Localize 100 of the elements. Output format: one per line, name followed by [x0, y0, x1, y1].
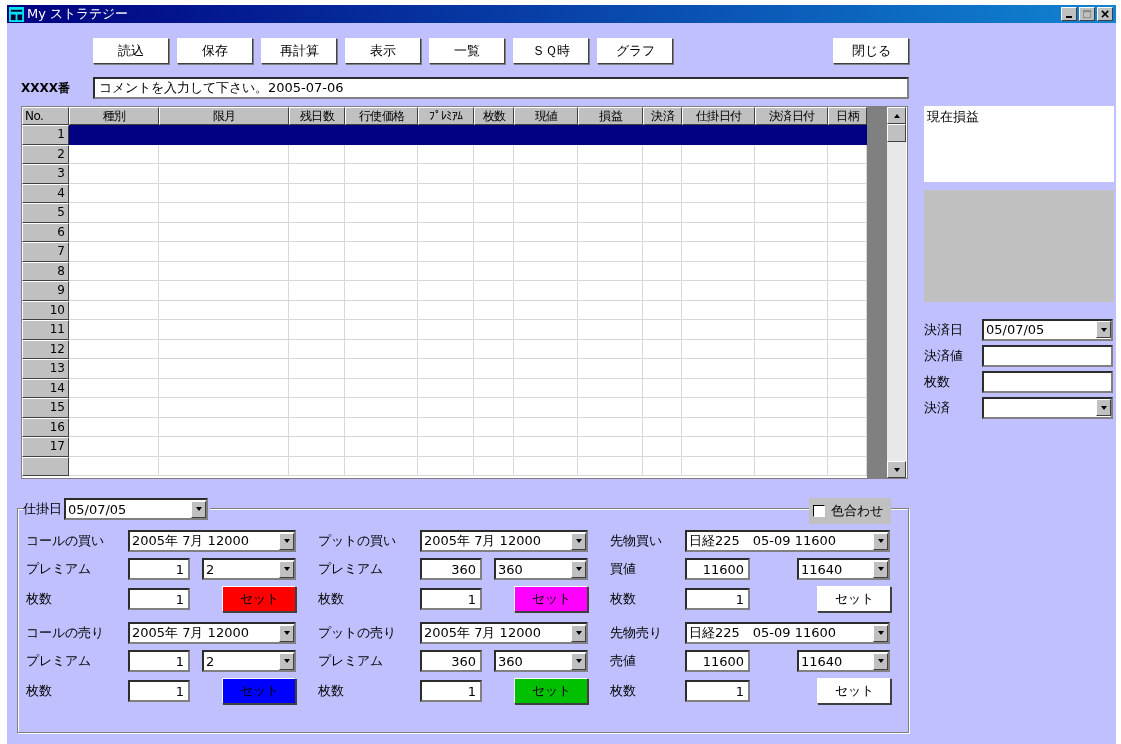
row-number[interactable]: 3: [22, 164, 69, 184]
row-number[interactable]: 10: [22, 300, 69, 320]
set-button[interactable]: セット: [514, 586, 588, 612]
close-button[interactable]: [1097, 7, 1113, 21]
caret-icon: [279, 560, 294, 578]
toolbar-button[interactable]: 一覧: [429, 38, 505, 64]
settle-dropdown[interactable]: [982, 396, 1113, 419]
row-number[interactable]: 17: [22, 437, 69, 457]
entry-date-dropdown[interactable]: 05/07/05: [64, 498, 208, 520]
row-number[interactable]: 11: [22, 320, 69, 340]
price-dropdown[interactable]: 2: [202, 650, 296, 672]
column-header[interactable]: 仕掛日付: [682, 107, 755, 125]
table-cell: [474, 320, 514, 340]
table-cell: [418, 203, 474, 223]
toolbar-button[interactable]: 読込: [93, 38, 169, 64]
row-number[interactable]: 16: [22, 417, 69, 437]
table-cell: [643, 398, 682, 418]
set-button[interactable]: セット: [514, 678, 588, 704]
contract-dropdown[interactable]: 日経225 05-09 11600: [685, 530, 890, 552]
column-header[interactable]: 日柄: [828, 107, 867, 125]
contract-dropdown[interactable]: 2005年 7月 12000: [420, 530, 588, 552]
column-header[interactable]: 限月: [159, 107, 289, 125]
table-cell: [418, 398, 474, 418]
quantity-field[interactable]: 1: [420, 588, 482, 610]
quantity-field[interactable]: 1: [685, 588, 750, 610]
scroll-down-icon[interactable]: [887, 461, 906, 478]
table-cell: [474, 398, 514, 418]
toolbar-button[interactable]: 表示: [345, 38, 421, 64]
row-number[interactable]: 8: [22, 261, 69, 281]
panel-title: 現在損益: [927, 109, 979, 124]
table-cell: [514, 378, 578, 398]
caret-icon: [1096, 321, 1111, 338]
row-number[interactable]: 1: [22, 125, 69, 145]
color-match-checkbox[interactable]: 色合わせ: [809, 498, 891, 524]
column-header[interactable]: 行使価格: [345, 107, 418, 125]
caret-icon: [571, 560, 586, 578]
column-header[interactable]: No.: [22, 107, 69, 125]
field-label: 枚数: [924, 372, 951, 391]
vertical-scrollbar[interactable]: [887, 107, 906, 478]
price-dropdown[interactable]: 11640: [797, 650, 890, 672]
price-field[interactable]: 360: [420, 558, 482, 580]
row-number[interactable]: 15: [22, 398, 69, 418]
minimize-button[interactable]: [1061, 7, 1077, 21]
price-field[interactable]: 360: [420, 650, 482, 672]
row-number[interactable]: 7: [22, 242, 69, 262]
price-dropdown[interactable]: 2: [202, 558, 296, 580]
price-dropdown[interactable]: 360: [494, 558, 588, 580]
close-window-button[interactable]: 閉じる: [833, 38, 909, 64]
row-number[interactable]: 14: [22, 378, 69, 398]
table-cell: [514, 144, 578, 164]
set-button[interactable]: セット: [817, 678, 891, 704]
column-header[interactable]: 損益: [578, 107, 643, 125]
field-label: 決済日: [924, 320, 964, 339]
scroll-thumb[interactable]: [887, 124, 906, 142]
row-number[interactable]: 9: [22, 281, 69, 301]
price-dropdown[interactable]: 360: [494, 650, 588, 672]
row-number[interactable]: 2: [22, 144, 69, 164]
set-button[interactable]: セット: [222, 586, 296, 612]
set-button[interactable]: セット: [817, 586, 891, 612]
table-cell: [289, 398, 345, 418]
comment-field[interactable]: コメントを入力して下さい。2005-07-06: [93, 77, 909, 99]
price-dropdown[interactable]: 11640: [797, 558, 890, 580]
column-header[interactable]: 決済: [643, 107, 682, 125]
price-field[interactable]: 11600: [685, 650, 750, 672]
row-number[interactable]: 5: [22, 203, 69, 223]
price-field[interactable]: 1: [128, 558, 190, 580]
row-header[interactable]: [22, 456, 69, 476]
column-header[interactable]: ﾌﾟﾚﾐｱﾑ: [418, 107, 474, 125]
column-header[interactable]: 残日数: [289, 107, 345, 125]
contract-dropdown[interactable]: 2005年 7月 12000: [420, 622, 588, 644]
contract-dropdown[interactable]: 2005年 7月 12000: [128, 530, 296, 552]
settle-dropdown[interactable]: 05/07/05: [982, 318, 1113, 341]
column-header[interactable]: 枚数: [474, 107, 514, 125]
quantity-field[interactable]: 1: [128, 680, 190, 702]
toolbar-button[interactable]: 保存: [177, 38, 253, 64]
quantity-field[interactable]: 1: [128, 588, 190, 610]
row-number[interactable]: 13: [22, 359, 69, 379]
contract-dropdown[interactable]: 2005年 7月 12000: [128, 622, 296, 644]
price-field[interactable]: 1: [128, 650, 190, 672]
table-cell: [289, 359, 345, 379]
settle-field[interactable]: [982, 370, 1113, 393]
toolbar-button[interactable]: ＳＱ時: [513, 38, 589, 64]
maximize-button[interactable]: [1079, 7, 1095, 21]
toolbar-button[interactable]: グラフ: [597, 38, 673, 64]
scroll-up-icon[interactable]: [887, 107, 906, 124]
row-number[interactable]: 12: [22, 339, 69, 359]
toolbar-button[interactable]: 再計算: [261, 38, 337, 64]
settle-field[interactable]: [982, 344, 1113, 367]
quantity-field[interactable]: 1: [420, 680, 482, 702]
column-header[interactable]: 決済日付: [755, 107, 828, 125]
contract-dropdown[interactable]: 日経225 05-09 11600: [685, 622, 890, 644]
table-cell: [289, 261, 345, 281]
price-field[interactable]: 11600: [685, 558, 750, 580]
column-header[interactable]: 現値: [514, 107, 578, 125]
quantity-field[interactable]: 1: [685, 680, 750, 702]
table-cell: [643, 222, 682, 242]
column-header[interactable]: 種別: [69, 107, 159, 125]
field-label: 決済値: [924, 346, 964, 365]
row-number[interactable]: 4: [22, 183, 69, 203]
row-number[interactable]: 6: [22, 222, 69, 242]
